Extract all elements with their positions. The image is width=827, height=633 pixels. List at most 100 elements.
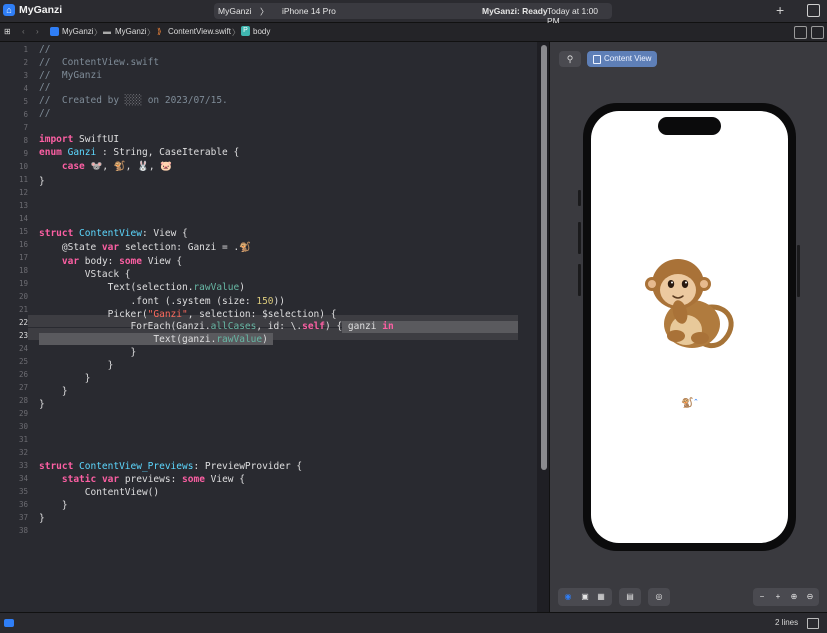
- line-number[interactable]: 38: [4, 524, 28, 537]
- zoom-actual-icon[interactable]: ⊖: [805, 592, 815, 602]
- scheme-project[interactable]: MyGanzi: [218, 6, 252, 16]
- zoom-fit-icon[interactable]: ⊕: [789, 592, 799, 602]
- line-number[interactable]: 22: [4, 316, 28, 329]
- scheme-selector[interactable]: MyGanzi 〉 iPhone 14 Pro MyGanzi: Ready T…: [214, 3, 612, 26]
- build-status: MyGanzi: Ready: [482, 6, 548, 16]
- line-number[interactable]: 1: [4, 43, 28, 56]
- line-number[interactable]: 23: [4, 329, 28, 342]
- content-view-button[interactable]: Content View: [587, 51, 657, 67]
- keyword: in: [382, 321, 394, 332]
- line-number[interactable]: 26: [4, 368, 28, 381]
- line-number[interactable]: 13: [4, 199, 28, 212]
- code-text: : PreviewProvider {: [193, 461, 303, 472]
- line-number[interactable]: 10: [4, 160, 28, 173]
- picker-selected-emoji: 🐒: [681, 398, 694, 409]
- code-line: struct ContentView_Previews: PreviewProv…: [39, 460, 302, 473]
- pin-icon: ⚲: [566, 54, 574, 64]
- zoom-controls: − + ⊕ ⊖: [753, 588, 819, 606]
- line-number[interactable]: 11: [4, 173, 28, 186]
- redacted-author: ░░░: [124, 95, 142, 106]
- back-icon[interactable]: ‹: [22, 27, 25, 36]
- code-line: @State var selection: Ganzi = .🐒: [39, 241, 251, 254]
- keyword: var: [61, 256, 80, 267]
- line-number[interactable]: 32: [4, 446, 28, 459]
- line-number[interactable]: 12: [4, 186, 28, 199]
- code-line: struct ContentView: View {: [39, 227, 188, 240]
- line-number[interactable]: 18: [4, 264, 28, 277]
- line-number[interactable]: 34: [4, 472, 28, 485]
- line-number[interactable]: 31: [4, 433, 28, 446]
- code-text: ContentView(): [39, 487, 160, 498]
- keyword: var: [96, 474, 120, 485]
- keyword: static: [61, 474, 97, 485]
- grid-layout-icon[interactable]: ▦: [596, 592, 606, 602]
- line-number[interactable]: 9: [4, 147, 28, 160]
- variants-icon: ▤: [626, 592, 634, 601]
- inspector-toggle-icon[interactable]: [807, 4, 820, 17]
- property: allCases: [210, 321, 257, 332]
- line-number[interactable]: 24: [4, 342, 28, 355]
- keyword: import: [39, 134, 74, 145]
- show-debug-area-icon[interactable]: [807, 618, 819, 629]
- zoom-in-icon[interactable]: +: [773, 592, 783, 602]
- line-number[interactable]: 36: [4, 498, 28, 511]
- pin-preview-button[interactable]: ⚲: [559, 51, 581, 67]
- phone-button: [578, 222, 581, 254]
- breadcrumb-file[interactable]: ContentView.swift: [168, 27, 231, 36]
- line-number[interactable]: 15: [4, 225, 28, 238]
- keyword: struct: [39, 461, 74, 472]
- code-text: , selection: $selection) {: [187, 309, 337, 320]
- code-line: }: [39, 175, 45, 188]
- line-number[interactable]: 35: [4, 485, 28, 498]
- code-line: }: [39, 499, 68, 512]
- selectable-icon[interactable]: ▣: [580, 592, 590, 602]
- line-number[interactable]: 7: [4, 121, 28, 134]
- code-text: Text(ganzi.: [39, 334, 217, 345]
- line-number[interactable]: 5: [4, 95, 28, 108]
- comment: on 2023/07/15.: [141, 95, 228, 106]
- device-settings-button[interactable]: ◎: [648, 588, 670, 606]
- line-number[interactable]: 27: [4, 381, 28, 394]
- keyword: some: [119, 256, 142, 267]
- monkey-emoji-large: [645, 259, 734, 349]
- ganzi-picker[interactable]: 🐒 ⌃: [681, 398, 699, 409]
- line-number[interactable]: 33: [4, 459, 28, 472]
- breadcrumb-symbol[interactable]: body: [253, 27, 270, 36]
- line-number[interactable]: 3: [4, 69, 28, 82]
- line-number[interactable]: 8: [4, 134, 28, 147]
- editor-scrollbar[interactable]: [541, 45, 547, 470]
- editor-options-icon[interactable]: [794, 26, 807, 39]
- line-number[interactable]: 28: [4, 394, 28, 407]
- line-number[interactable]: 25: [4, 355, 28, 368]
- breadcrumb-folder[interactable]: MyGanzi: [115, 27, 147, 36]
- line-number[interactable]: 17: [4, 251, 28, 264]
- line-number[interactable]: 4: [4, 82, 28, 95]
- variants-button[interactable]: ▤: [619, 588, 641, 606]
- line-number-gutter: 1 2 3 4 5 6 7 8 9 10 11 12 13 14 15 16 17 18 19 20 21 22 23 24 2…: [0, 42, 28, 612]
- phone-button: [578, 190, 581, 206]
- code-text: : String, CaseIterable {: [96, 147, 240, 158]
- keyword: some: [182, 474, 205, 485]
- add-icon[interactable]: +: [776, 2, 784, 18]
- comment: //: [39, 82, 51, 93]
- scheme-device[interactable]: iPhone 14 Pro: [282, 6, 336, 16]
- line-number[interactable]: 14: [4, 212, 28, 225]
- code-text: View {: [142, 256, 183, 267]
- line-number[interactable]: 6: [4, 108, 28, 121]
- code-text: }: [39, 176, 45, 187]
- line-number[interactable]: 30: [4, 420, 28, 433]
- line-number[interactable]: 20: [4, 290, 28, 303]
- line-number[interactable]: 19: [4, 277, 28, 290]
- live-preview-icon[interactable]: ◉: [563, 592, 573, 602]
- line-number[interactable]: 29: [4, 407, 28, 420]
- line-number[interactable]: 37: [4, 511, 28, 524]
- zoom-out-icon[interactable]: −: [757, 592, 767, 602]
- grid-icon[interactable]: ⊞: [4, 27, 11, 36]
- line-number[interactable]: 16: [4, 238, 28, 251]
- forward-icon[interactable]: ›: [36, 27, 39, 36]
- line-number[interactable]: 21: [4, 303, 28, 316]
- breadcrumb-project[interactable]: MyGanzi: [62, 27, 94, 36]
- line-number[interactable]: 2: [4, 56, 28, 69]
- split-editor-icon[interactable]: [811, 26, 824, 39]
- debug-area-toggle-icon[interactable]: [4, 619, 14, 627]
